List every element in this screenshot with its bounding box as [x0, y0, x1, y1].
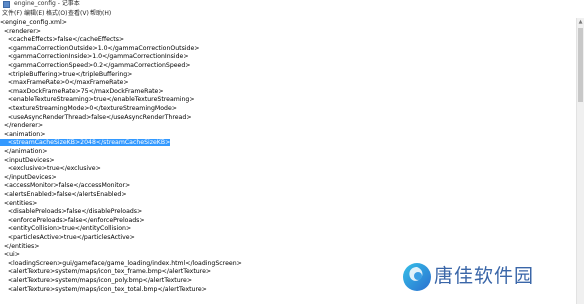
- scroll-up-arrow-icon[interactable]: ▲: [577, 18, 584, 26]
- menu-edit[interactable]: 编辑(E): [24, 9, 44, 18]
- line-text: <accessMonitor>false</accessMonitor>: [0, 182, 131, 190]
- watermark-logo: 唐佳软件园: [402, 258, 582, 298]
- line-text: <gammaCorrectionSpeed>0.2</gammaCorrecti…: [0, 62, 191, 69]
- line-text: <cacheEffects>false</cacheEffects>: [0, 36, 125, 44]
- line-text: <maxFrameRate>0</maxFrameRate>: [0, 79, 129, 87]
- line-text: <loadingScreen>gui/gameface/game_loading…: [0, 259, 242, 267]
- line-text: <alertsEnabled>false</alertsEnabled>: [0, 191, 127, 198]
- line-text: <renderer>: [0, 27, 41, 35]
- line-text: <particlesActive>true</particlesActive>: [0, 234, 135, 241]
- line-text: <disablePreloads>false</disablePreloads>: [0, 208, 143, 216]
- scrollbar-thumb[interactable]: [578, 28, 583, 102]
- line-text: </renderer>: [0, 122, 44, 130]
- line-text: </animation>: [0, 148, 48, 155]
- line-text: <textureStreamingMode>0</textureStreamin…: [0, 105, 177, 112]
- line-text: <entities>: [0, 199, 38, 207]
- line-text: <gammaCorrectionInside>1.0</gammaCorrect…: [0, 53, 189, 61]
- menu-help[interactable]: 帮助(H): [90, 9, 111, 18]
- line-text: <maxDockFrameRate>75</maxDockFrameRate>: [0, 87, 164, 95]
- watermark-text: 唐佳软件园: [434, 265, 535, 287]
- menu-format[interactable]: 格式(O): [46, 9, 67, 18]
- menu-file[interactable]: 文件(F): [2, 9, 22, 18]
- line-text: <animation>: [0, 130, 46, 138]
- selected-text: <streamCacheSizeKB>2048</streamCacheSize…: [0, 139, 171, 147]
- line-text: </entities>: [0, 242, 40, 250]
- line-text: <engine_config.xml>: [0, 19, 67, 26]
- line-text: <alertTexture>system/maps/icon_poly.bmp<…: [0, 277, 193, 284]
- line-text: <enforcePreloads>false</enforcePreloads>: [0, 216, 145, 224]
- line-text: <inputDevices>: [0, 156, 55, 164]
- line-text: </inputDevices>: [0, 173, 57, 181]
- title-bar: engine_config - 记事本: [0, 0, 584, 9]
- menu-view[interactable]: 查看(V): [68, 9, 89, 18]
- line-text: <gammaCorrectionOutside>1.0</gammaCorrec…: [0, 44, 200, 52]
- line-text: <exclusive>true</exclusive>: [0, 165, 101, 173]
- line-text: <enableTextureStreaming>true</enableText…: [0, 96, 195, 104]
- window-title: engine_config - 记事本: [14, 0, 80, 7]
- line-text: <tripleBuffering>true</tripleBuffering>: [0, 70, 133, 78]
- line-text: <entityCollision>true</entityCollision>: [0, 225, 132, 233]
- menu-bar: 文件(F) 编辑(E) 格式(O) 查看(V) 帮助(H): [0, 9, 584, 18]
- logo-icon: [403, 263, 431, 291]
- text-line[interactable]: <alertTexture>system/maps/icon_tex_total…: [0, 285, 207, 294]
- line-text: <alertTexture>system/maps/icon_tex_frame…: [0, 268, 212, 276]
- line-text: <useAsyncRenderThread>false</useAsyncRen…: [0, 113, 192, 121]
- line-text: <ui>: [0, 251, 20, 259]
- line-text: <alertTexture>system/maps/icon_tex_total…: [0, 285, 207, 293]
- notepad-icon: [3, 1, 10, 8]
